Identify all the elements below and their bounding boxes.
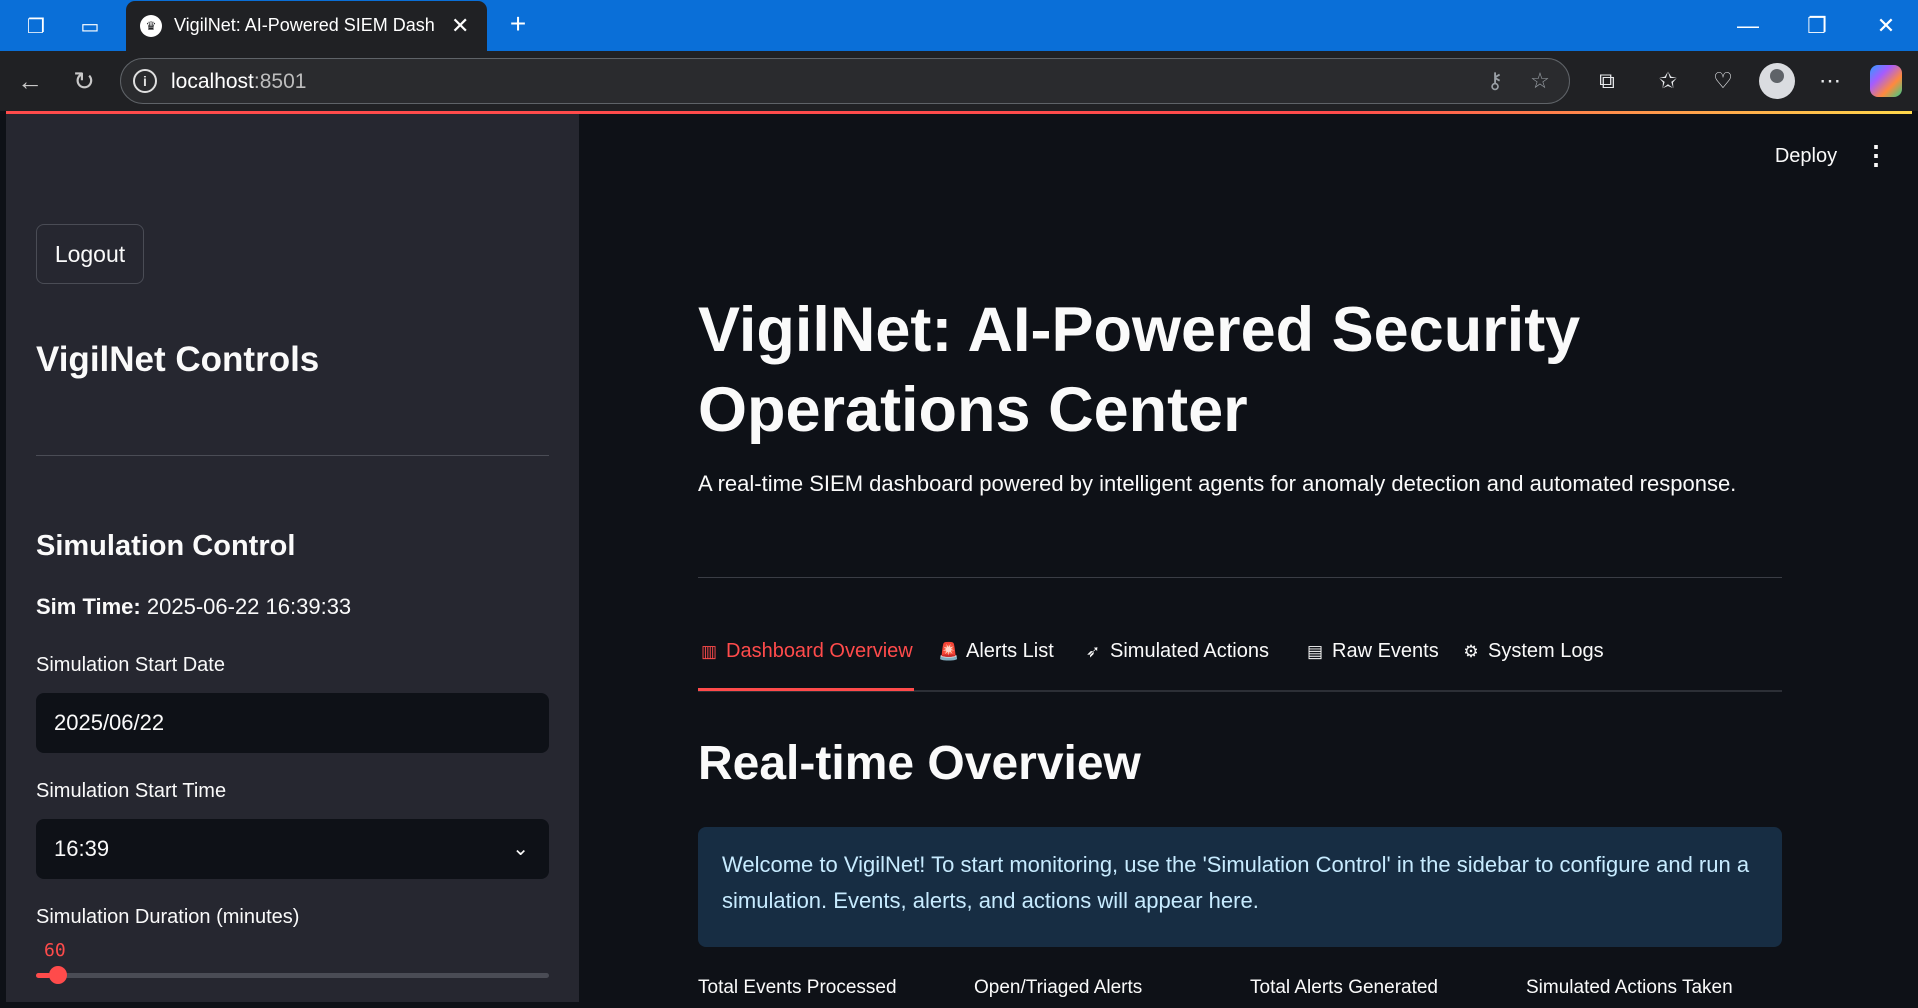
metric-actions-label: Simulated Actions Taken — [1526, 977, 1733, 998]
chevron-down-icon: ⌄ — [512, 838, 529, 860]
minimize-icon[interactable]: — — [1728, 8, 1768, 44]
extensions-icon[interactable]: ⧉ — [1589, 63, 1625, 99]
sidebar-divider — [36, 455, 549, 456]
metric-total-events-label: Total Events Processed — [698, 977, 897, 998]
streamlit-favicon-icon: ♛ — [140, 15, 162, 37]
scroll-icon: ▤ — [1306, 642, 1324, 661]
address-toolbar: ← ↻ i localhost:8501 ⚷ ☆ ⧉ ✩ ♡ ⋯ — [0, 51, 1918, 111]
siren-icon: 🚨 — [938, 642, 960, 661]
tab-dashboard-overview[interactable]: ▥ Dashboard Overview — [698, 640, 913, 674]
tab-title: VigilNet: AI-Powered SIEM Dashb — [174, 15, 434, 35]
address-bar[interactable]: i localhost:8501 ⚷ ☆ — [120, 58, 1570, 104]
site-info-icon[interactable]: i — [133, 69, 157, 93]
url-text[interactable]: localhost:8501 — [171, 70, 306, 94]
metric-total-alerts-label: Total Alerts Generated — [1250, 977, 1438, 998]
workspaces-icon[interactable]: ❐ — [20, 10, 52, 42]
restore-icon[interactable]: ❐ — [1797, 8, 1837, 44]
browser-tab[interactable]: ♛ VigilNet: AI-Powered SIEM Dashb ✕ — [126, 1, 487, 51]
page-title: VigilNet: AI-Powered Security Operations… — [698, 295, 1581, 445]
app-viewport: Logout VigilNet Controls Simulation Cont… — [6, 111, 1912, 1002]
tab-actions-icon[interactable]: ▭ — [74, 10, 106, 42]
close-tab-icon[interactable]: ✕ — [451, 13, 469, 39]
sim-time-label: Sim Time: — [36, 594, 141, 619]
start-date-input[interactable]: 2025/06/22 — [36, 693, 549, 753]
sidebar-title: VigilNet Controls — [36, 340, 320, 379]
duration-slider[interactable] — [36, 966, 549, 984]
page-subtitle: A real-time SIEM dashboard powered by in… — [698, 471, 1737, 496]
favorite-star-icon[interactable]: ☆ — [1526, 67, 1554, 95]
active-tab-indicator — [698, 688, 914, 691]
logout-button[interactable]: Logout — [36, 224, 144, 284]
main-menu-icon[interactable]: ⋮ — [1858, 135, 1894, 175]
simulation-control-heading: Simulation Control — [36, 530, 296, 562]
browser-essentials-icon[interactable]: ♡ — [1705, 63, 1741, 99]
bar-chart-icon: ▥ — [700, 642, 718, 661]
copilot-icon[interactable] — [1870, 65, 1902, 97]
duration-value: 60 — [44, 940, 66, 961]
gear-icon: ⚙ — [1463, 642, 1479, 661]
duration-label: Simulation Duration (minutes) — [36, 906, 300, 928]
duration-slider-thumb[interactable] — [49, 966, 67, 984]
close-window-icon[interactable]: ✕ — [1866, 8, 1906, 44]
key-icon[interactable]: ⚷ — [1481, 67, 1509, 95]
tab-simulated-actions[interactable]: ➶ Simulated Actions — [1082, 640, 1269, 674]
rocket-icon: ➶ — [1085, 642, 1101, 661]
refresh-icon[interactable]: ↻ — [66, 63, 102, 99]
back-icon[interactable]: ← — [12, 63, 48, 99]
info-alert: Welcome to VigilNet! To start monitoring… — [698, 827, 1782, 947]
sidebar: Logout VigilNet Controls Simulation Cont… — [6, 114, 579, 1002]
start-time-label: Simulation Start Time — [36, 780, 227, 802]
more-menu-icon[interactable]: ⋯ — [1812, 63, 1848, 99]
start-time-select[interactable]: 16:39 ⌄ — [36, 819, 549, 879]
start-time-value: 16:39 — [54, 836, 110, 861]
sim-time-value: 2025-06-22 16:39:33 — [146, 594, 352, 619]
section-title: Real-time Overview — [698, 737, 1141, 790]
deploy-button[interactable]: Deploy — [1756, 138, 1856, 174]
start-date-label: Simulation Start Date — [36, 654, 225, 676]
metric-open-alerts-label: Open/Triaged Alerts — [974, 977, 1143, 998]
tab-list: ▥ Dashboard Overview 🚨 Alerts List ➶ Simula… — [698, 640, 1782, 674]
tab-system-logs[interactable]: ⚙ System Logs — [1460, 640, 1603, 674]
main-divider — [698, 577, 1782, 578]
sim-time-readout: Sim Time: 2025-06-22 16:39:33 — [36, 594, 351, 620]
new-tab-icon[interactable]: + — [500, 6, 536, 42]
tab-alerts-list[interactable]: 🚨 Alerts List — [938, 640, 1053, 674]
profile-avatar[interactable] — [1759, 63, 1795, 99]
browser-tab-bar: ❐ ▭ ♛ VigilNet: AI-Powered SIEM Dashb ✕ … — [0, 0, 1918, 51]
tab-raw-events[interactable]: ▤ Raw Events — [1304, 640, 1439, 674]
favorites-icon[interactable]: ✩ — [1650, 63, 1686, 99]
